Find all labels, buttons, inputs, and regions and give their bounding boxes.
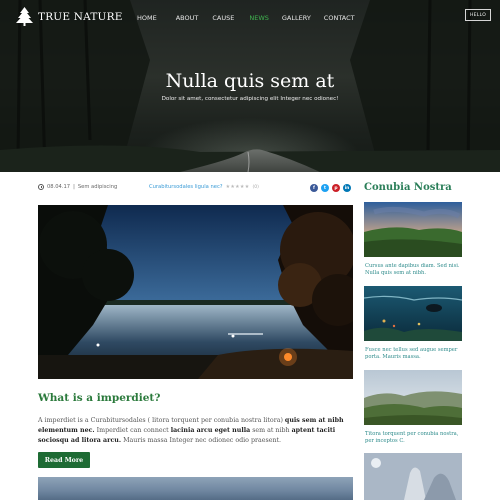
nav-item-about[interactable]: ABOUT [176, 14, 199, 22]
post-image[interactable] [38, 205, 353, 379]
sidebar-image-4[interactable] [364, 453, 462, 500]
clock-icon [38, 184, 44, 190]
post-bold-2: lacinia arcu eget nulla [170, 427, 251, 434]
post-title[interactable]: What is a imperdiet? [38, 392, 160, 404]
read-more-button[interactable]: Read More [38, 452, 90, 468]
pine-tree-icon [16, 7, 33, 26]
sidebar-caption-2[interactable]: Fusce nec tellus sed augue semper porta.… [365, 347, 464, 361]
post-link[interactable]: Curabitursodales ligula nec? [149, 184, 223, 190]
rating-stars-icon[interactable]: ★★★★★ [226, 184, 250, 190]
sidebar-image-1[interactable] [364, 202, 462, 257]
post-date-category: 08.04.17 | Sem adipiscing [38, 184, 117, 190]
post-excerpt: A imperdiet is a Curabitursodales ( lito… [38, 416, 354, 446]
hero-banner: TRUE NATURE HOME ABOUT CAUSE NEWS GALLER… [0, 0, 500, 172]
valley-image [364, 370, 462, 425]
post-category[interactable]: Sem adipiscing [78, 184, 117, 190]
sidebar-caption-3[interactable]: Titora torquent per conubia nostra, per … [365, 431, 464, 445]
underwater-image [364, 286, 462, 341]
post-text-3: sem at nibh [250, 427, 292, 434]
meta-separator: | [73, 184, 75, 190]
social-share: f t p in [310, 184, 351, 192]
main-nav: HOME ABOUT CAUSE NEWS GALLERY CONTACT [137, 14, 355, 22]
hero-subtitle: Dolor sit amet, consectetur adipiscing e… [161, 96, 339, 102]
lake-night-image [38, 205, 353, 379]
post-meta: 08.04.17 | Sem adipiscing Curabitursodal… [38, 184, 353, 194]
post-text-4: Mauris massa Integer nec odionec odio pr… [121, 437, 282, 444]
post-text-2: Imperdiet can connect [94, 427, 171, 434]
linkedin-icon[interactable]: in [343, 184, 351, 192]
pinterest-icon[interactable]: p [332, 184, 340, 192]
rating-count: (0) [252, 184, 259, 190]
post-date: 08.04.17 [47, 184, 71, 190]
nav-item-cause[interactable]: CAUSE [212, 14, 234, 22]
sidebar-title: Conubia Nostra [364, 182, 452, 193]
post-text-1: A imperdiet is a Curabitursodales ( lito… [38, 417, 285, 424]
nav-item-home[interactable]: HOME [137, 14, 157, 22]
next-post-image[interactable] [38, 477, 353, 500]
sidebar-image-3[interactable] [364, 370, 462, 425]
nav-item-contact[interactable]: CONTACT [324, 14, 355, 22]
sidebar-caption-1[interactable]: Cursus ante dapibus diam. Sed nisi. Null… [365, 263, 464, 277]
nav-item-news[interactable]: NEWS [249, 14, 269, 22]
post-rating: Curabitursodales ligula nec? ★★★★★ (0) [149, 184, 259, 190]
landscape-image [364, 202, 462, 257]
sidebar-image-2[interactable] [364, 286, 462, 341]
twitter-icon[interactable]: t [321, 184, 329, 192]
hero-title: Nulla quis sem at [165, 70, 335, 92]
hello-button[interactable]: HELLO [465, 9, 491, 21]
facebook-icon[interactable]: f [310, 184, 318, 192]
brand-name: TRUE NATURE [38, 10, 123, 23]
nav-item-gallery[interactable]: GALLERY [282, 14, 311, 22]
statue-image [364, 453, 462, 500]
brand-logo[interactable]: TRUE NATURE [16, 7, 123, 26]
